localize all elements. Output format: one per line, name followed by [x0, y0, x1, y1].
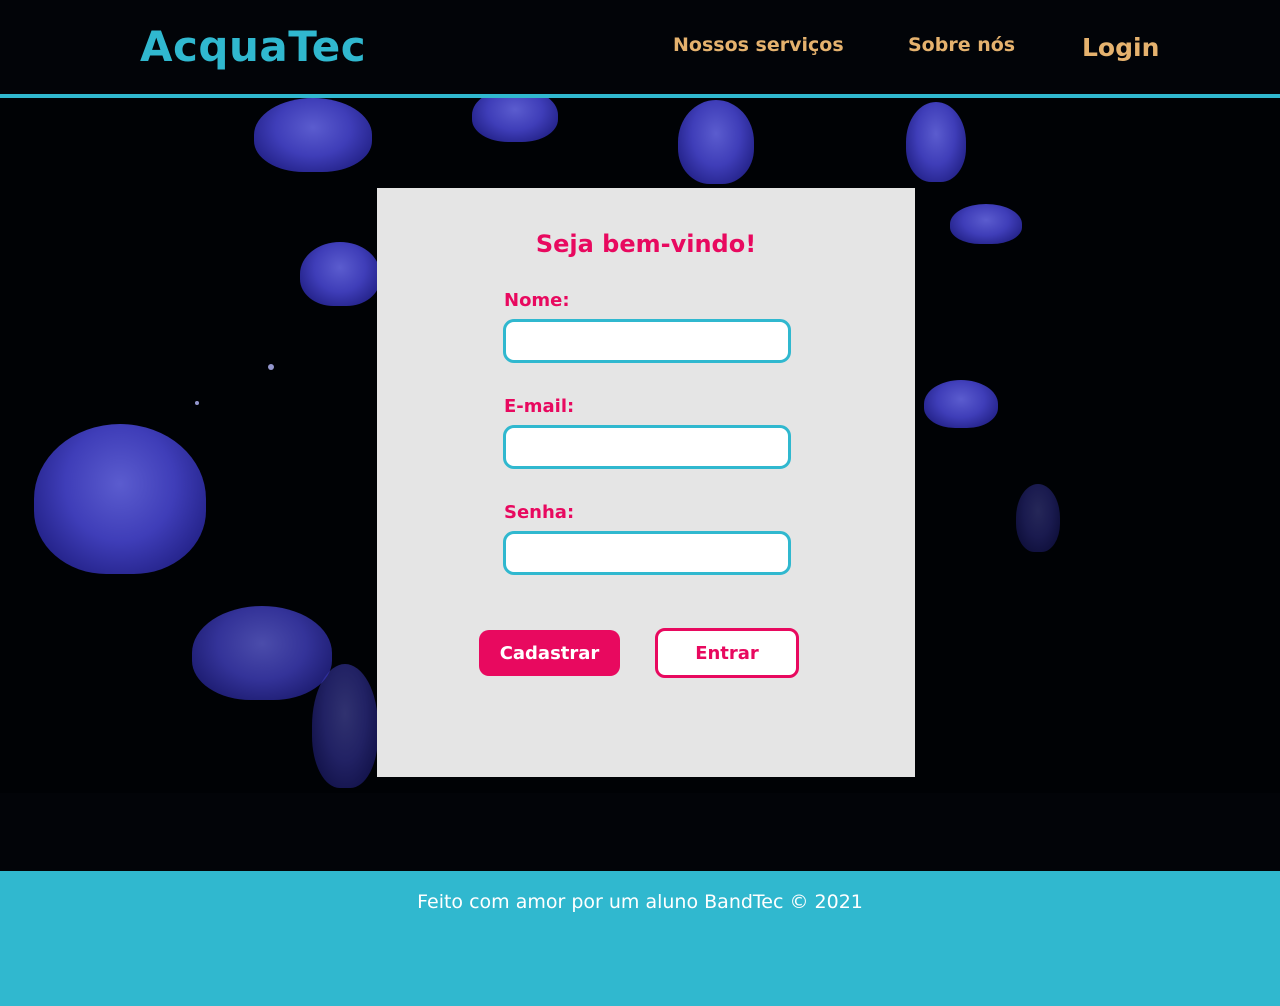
jellyfish-decoration: [254, 98, 372, 172]
jellyfish-decoration: [192, 606, 332, 700]
footer-credits: Feito com amor por um aluno BandTec © 20…: [417, 891, 863, 913]
jellyfish-decoration: [312, 664, 378, 788]
jellyfish-decoration: [950, 204, 1022, 244]
senha-input[interactable]: [503, 531, 791, 575]
nav-link-servicos[interactable]: Nossos serviços: [673, 34, 844, 56]
lower-background: [0, 793, 1280, 871]
login-card: Seja bem-vindo! Nome: E-mail: Senha: Cad…: [377, 188, 915, 777]
jellyfish-decoration: [924, 380, 998, 428]
nav-link-sobre[interactable]: Sobre nós: [908, 34, 1015, 56]
jellyfish-decoration: [472, 98, 558, 142]
brand-logo[interactable]: AcquaTec: [140, 22, 366, 71]
email-input[interactable]: [503, 425, 791, 469]
nav-link-login[interactable]: Login: [1082, 33, 1159, 62]
jellyfish-decoration: [678, 100, 754, 184]
particle-decoration: [268, 364, 274, 370]
form-title: Seja bem-vindo!: [535, 230, 757, 258]
site-footer: Feito com amor por um aluno BandTec © 20…: [0, 871, 1280, 1006]
site-header: AcquaTec Nossos serviços Sobre nós Login: [0, 0, 1280, 98]
jellyfish-decoration: [906, 102, 966, 182]
jellyfish-decoration: [300, 242, 380, 306]
nome-input[interactable]: [503, 319, 791, 363]
particle-decoration: [195, 401, 199, 405]
entrar-button[interactable]: Entrar: [655, 628, 799, 678]
senha-label: Senha:: [504, 502, 575, 523]
cadastrar-button[interactable]: Cadastrar: [479, 630, 620, 676]
nome-label: Nome:: [504, 290, 570, 311]
email-label: E-mail:: [504, 396, 575, 417]
jellyfish-decoration: [34, 424, 206, 574]
jellyfish-decoration: [1016, 484, 1060, 552]
